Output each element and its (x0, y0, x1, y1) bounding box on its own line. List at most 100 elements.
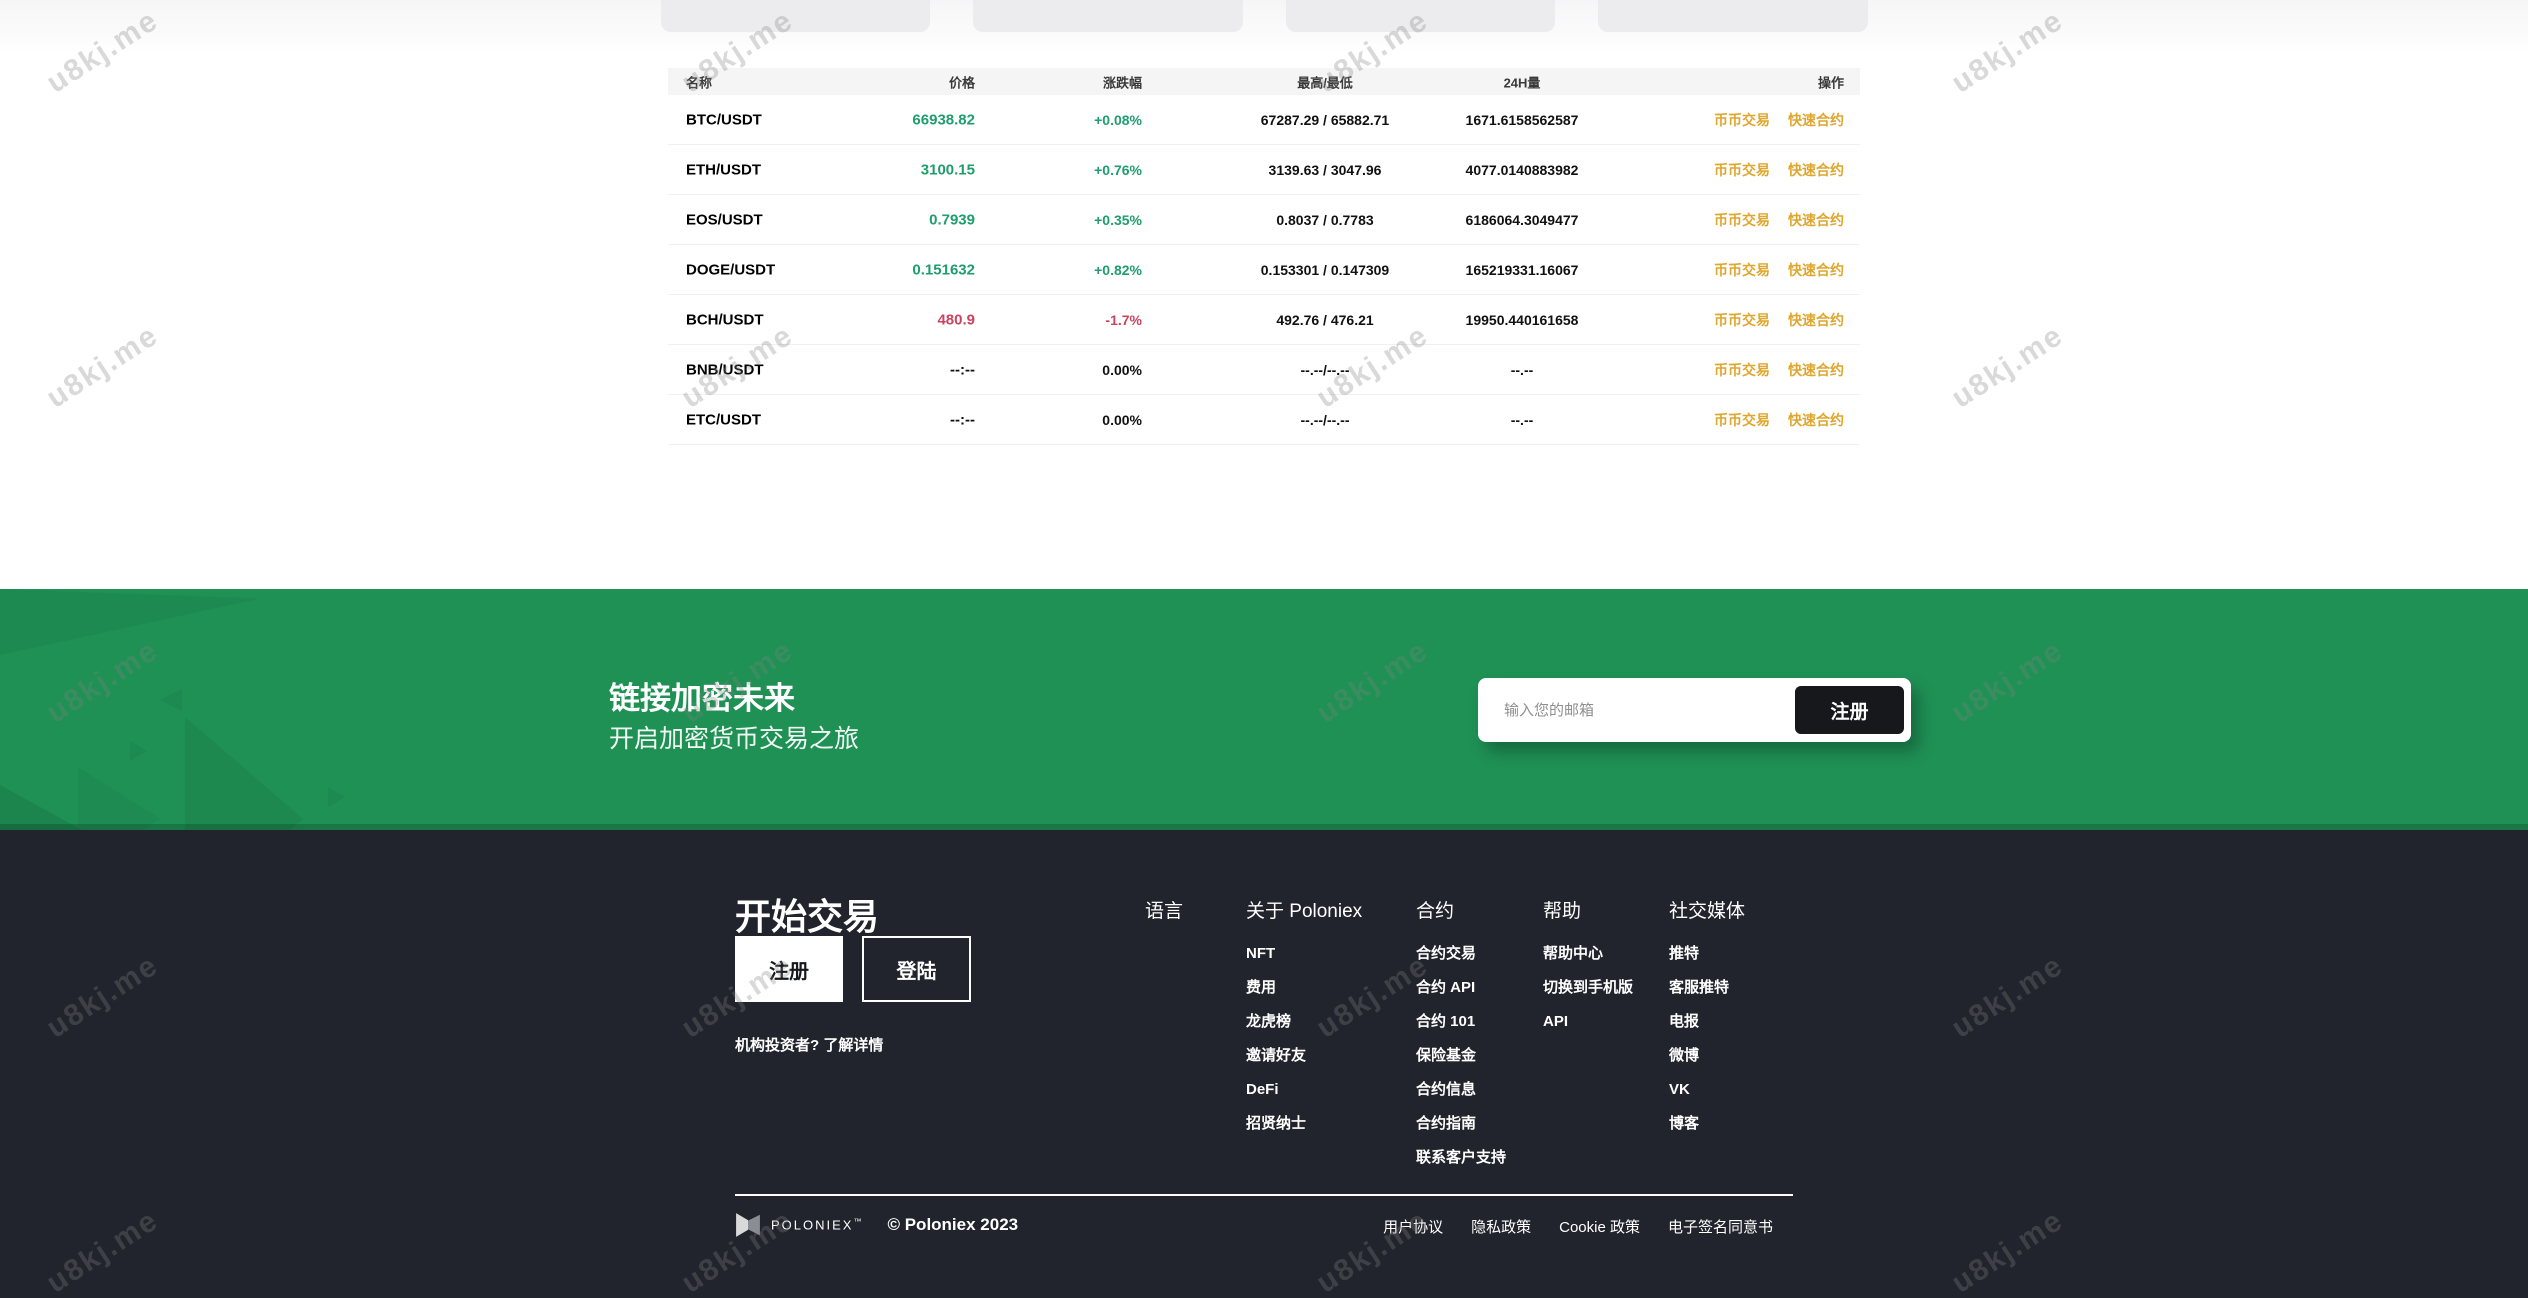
price-value: 0.151632 (912, 261, 975, 278)
volume-value: 4077.0140883982 (1465, 161, 1579, 178)
spot-trade-link[interactable]: 币币交易 (1714, 110, 1770, 130)
footer-link-api[interactable]: API (1543, 1005, 1633, 1039)
high-low-value: --.--/--.-- (1300, 361, 1350, 378)
footer-link-weibo[interactable]: 微博 (1669, 1039, 1745, 1073)
footer-link-referral[interactable]: 邀请好友 (1246, 1039, 1362, 1073)
volume-value: 1671.6158562587 (1465, 111, 1579, 128)
top-cards-row (660, 0, 1868, 32)
footer-link-insurance-fund[interactable]: 保险基金 (1416, 1039, 1506, 1073)
pair-label: ETC/USDT (686, 411, 761, 428)
footer-column-help: 帮助 帮助中心 切换到手机版 API (1543, 896, 1633, 1039)
row-actions: 币币交易 快速合约 (1714, 260, 1844, 280)
table-row-eth: ETH/USDT 3100.15 +0.76% 3139.63 / 3047.9… (668, 145, 1860, 195)
high-low-value: 3139.63 / 3047.96 (1268, 161, 1382, 178)
change-value: 0.00% (1102, 361, 1142, 378)
quick-contract-link[interactable]: 快速合约 (1788, 160, 1844, 180)
spot-trade-link[interactable]: 币币交易 (1714, 410, 1770, 430)
pair-label: BTC/USDT (686, 111, 762, 128)
footer-link-fees[interactable]: 费用 (1246, 971, 1362, 1005)
row-actions: 币币交易 快速合约 (1714, 110, 1844, 130)
footer-link-careers[interactable]: 招贤纳士 (1246, 1107, 1362, 1141)
footer-link-support-twitter[interactable]: 客服推特 (1669, 971, 1745, 1005)
footer-link-futures-trading[interactable]: 合约交易 (1416, 937, 1506, 971)
footer-link-defi[interactable]: DeFi (1246, 1073, 1362, 1107)
table-row-etc: ETC/USDT --:-- 0.00% --.--/--.-- --.-- 币… (668, 395, 1860, 445)
footer-link-help-center[interactable]: 帮助中心 (1543, 937, 1633, 971)
footer-link-futures-guide[interactable]: 合约指南 (1416, 1107, 1506, 1141)
row-actions: 币币交易 快速合约 (1714, 160, 1844, 180)
footer-link-telegram[interactable]: 电报 (1669, 1005, 1745, 1039)
ticker-card (660, 0, 930, 32)
banner-decor-triangle (185, 717, 303, 830)
header-high-low: 最高/最低 (1297, 75, 1353, 90)
markets-table-header: 名称 价格 涨跌幅 最高/最低 24H量 操作 (668, 68, 1860, 95)
volume-value: 19950.440161658 (1465, 311, 1579, 328)
banner-decor-triangle (0, 784, 82, 830)
table-row-eos: EOS/USDT 0.7939 +0.35% 0.8037 / 0.7783 6… (668, 195, 1860, 245)
volume-value: 165219331.16067 (1465, 261, 1579, 278)
email-signup-box: 注册 (1478, 678, 1911, 742)
change-value: +0.35% (1094, 211, 1142, 228)
row-actions: 币币交易 快速合约 (1714, 410, 1844, 430)
table-row-bch: BCH/USDT 480.9 -1.7% 492.76 / 476.21 199… (668, 295, 1860, 345)
spot-trade-link[interactable]: 币币交易 (1714, 360, 1770, 380)
footer-link-futures-info[interactable]: 合约信息 (1416, 1073, 1506, 1107)
footer-link-vk[interactable]: VK (1669, 1073, 1745, 1107)
spot-trade-link[interactable]: 币币交易 (1714, 160, 1770, 180)
table-row-btc: BTC/USDT 66938.82 +0.08% 67287.29 / 6588… (668, 95, 1860, 145)
language-selector[interactable]: 语言 (1145, 896, 1183, 923)
volume-value: --.-- (1510, 361, 1534, 378)
quick-contract-link[interactable]: 快速合约 (1788, 210, 1844, 230)
footer-column-title: 关于 Poloniex (1246, 901, 1363, 922)
quick-contract-link[interactable]: 快速合约 (1788, 260, 1844, 280)
quick-contract-link[interactable]: 快速合约 (1788, 360, 1844, 380)
footer-cta-title: 开始交易 (735, 896, 880, 937)
footer-link-blog[interactable]: 博客 (1669, 1107, 1745, 1141)
footer-column-futures: 合约 合约交易 合约 API 合约 101 保险基金 合约信息 合约指南 联系客… (1416, 896, 1506, 1175)
register-button[interactable]: 注册 (735, 936, 843, 1002)
ticker-card (973, 0, 1243, 32)
ticker-card (1598, 0, 1868, 32)
change-value: +0.82% (1094, 261, 1142, 278)
change-value: +0.76% (1094, 161, 1142, 178)
quick-contract-link[interactable]: 快速合约 (1788, 410, 1844, 430)
row-actions: 币币交易 快速合约 (1714, 210, 1844, 230)
row-actions: 币币交易 快速合约 (1714, 360, 1844, 380)
high-low-value: 492.76 / 476.21 (1276, 311, 1374, 328)
ticker-card (1285, 0, 1555, 32)
quick-contract-link[interactable]: 快速合约 (1788, 110, 1844, 130)
footer-column-title: 帮助 (1543, 901, 1582, 922)
signup-banner: 链接加密未来 开启加密货币交易之旅 注册 (0, 589, 2528, 830)
esign-consent-link[interactable]: 电子签名同意书 (1668, 1216, 1773, 1237)
footer-link-twitter[interactable]: 推特 (1669, 937, 1745, 971)
email-input[interactable] (1478, 701, 1795, 719)
banner-decor-triangle (160, 689, 182, 711)
volume-value: --.-- (1510, 411, 1534, 428)
privacy-policy-link[interactable]: 隐私政策 (1471, 1216, 1531, 1237)
footer-link-leaderboard[interactable]: 龙虎榜 (1246, 1005, 1362, 1039)
footer-link-futures-api[interactable]: 合约 API (1416, 971, 1506, 1005)
spot-trade-link[interactable]: 币币交易 (1714, 210, 1770, 230)
quick-contract-link[interactable]: 快速合约 (1788, 310, 1844, 330)
row-actions: 币币交易 快速合约 (1714, 310, 1844, 330)
user-agreement-link[interactable]: 用户协议 (1383, 1216, 1443, 1237)
institutional-investors-link[interactable]: 机构投资者? 了解详情 (735, 1034, 883, 1055)
poloniex-logo-icon (736, 1213, 760, 1237)
high-low-value: 0.8037 / 0.7783 (1276, 211, 1374, 228)
footer-link-futures-101[interactable]: 合约 101 (1416, 1005, 1506, 1039)
spot-trade-link[interactable]: 币币交易 (1714, 310, 1770, 330)
spot-trade-link[interactable]: 币币交易 (1714, 260, 1770, 280)
footer-link-contact-support[interactable]: 联系客户支持 (1416, 1141, 1506, 1175)
banner-decor-triangle (328, 787, 345, 807)
table-row-bnb: BNB/USDT --:-- 0.00% --.--/--.-- --.-- 币… (668, 345, 1860, 395)
trademark-symbol: ™ (853, 1217, 864, 1227)
footer-link-nft[interactable]: NFT (1246, 937, 1362, 971)
cookie-policy-link[interactable]: Cookie 政策 (1559, 1216, 1640, 1237)
signup-button[interactable]: 注册 (1795, 686, 1904, 734)
footer-link-mobile-version[interactable]: 切换到手机版 (1543, 971, 1633, 1005)
login-button[interactable]: 登陆 (862, 936, 971, 1002)
footer-column-title: 合约 (1416, 901, 1455, 922)
markets-table: 名称 价格 涨跌幅 最高/最低 24H量 操作 BTC/USDT 66938.8… (668, 68, 1860, 445)
watermark: u8kj.me (1945, 318, 2070, 415)
top-strip (0, 0, 2528, 52)
